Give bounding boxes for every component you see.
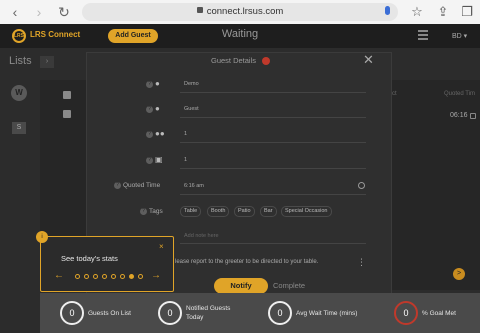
url-value: connect.lrsus.com bbox=[206, 6, 284, 17]
divider bbox=[180, 117, 366, 118]
tags-label: Tags bbox=[149, 208, 163, 215]
tag-table[interactable]: Table bbox=[180, 206, 202, 217]
close-icon[interactable]: ✕ bbox=[363, 53, 374, 67]
tour-step-dot[interactable] bbox=[93, 274, 98, 279]
tour-step-dot[interactable] bbox=[138, 274, 143, 279]
complete-button[interactable]: Complete bbox=[273, 281, 305, 290]
tour-prev-arrow-icon[interactable]: ← bbox=[54, 270, 64, 282]
guests-on-list-label: Guests On List bbox=[88, 310, 131, 317]
table-icon: ▣ bbox=[155, 155, 163, 164]
message-options-icon[interactable]: ⋮ bbox=[357, 257, 366, 268]
row-checkbox[interactable] bbox=[63, 110, 71, 118]
tag-booth[interactable]: Booth bbox=[207, 206, 230, 217]
alert-badge bbox=[262, 57, 270, 65]
help-icon[interactable]: ? bbox=[146, 106, 153, 113]
goal-met-count: 0 bbox=[394, 301, 418, 325]
help-icon[interactable]: ? bbox=[114, 182, 121, 189]
tour-step-dot[interactable] bbox=[111, 274, 116, 279]
stats-bar: 0 Guests On List 0 Notified Guests Today… bbox=[40, 293, 480, 333]
tour-next-arrow-icon[interactable]: → bbox=[151, 270, 161, 282]
divider bbox=[180, 142, 366, 143]
add-note-field[interactable]: Add note here bbox=[184, 233, 219, 239]
lock-icon bbox=[196, 7, 203, 13]
microphone-icon[interactable] bbox=[385, 6, 390, 15]
clock-icon[interactable] bbox=[358, 182, 365, 189]
person-icon: ● bbox=[155, 104, 160, 113]
divider bbox=[180, 92, 366, 93]
forward-icon[interactable]: › bbox=[30, 3, 48, 21]
back-icon[interactable]: ‹ bbox=[6, 3, 24, 21]
tour-step-dot[interactable] bbox=[102, 274, 107, 279]
help-icon[interactable]: ? bbox=[140, 208, 147, 215]
address-bar[interactable]: connect.lrsus.com bbox=[82, 3, 398, 21]
quoted-time-label: Quoted Time bbox=[123, 182, 161, 189]
party-size-icon: ●● bbox=[155, 129, 165, 138]
column-header-quoted-time: Quoted Tim bbox=[444, 91, 476, 97]
help-icon[interactable]: ? bbox=[146, 131, 153, 138]
tour-step-dot[interactable] bbox=[129, 274, 134, 279]
notify-message[interactable]: lease report to the greeter to be direct… bbox=[175, 259, 318, 265]
tour-tooltip: See today's stats × ← → bbox=[40, 236, 174, 292]
notified-guests-label: Notified Guests Today bbox=[186, 305, 231, 321]
sidebar-item-seated[interactable]: S bbox=[12, 122, 26, 134]
avg-wait-count: 0 bbox=[268, 301, 292, 325]
goal-met-label: % Goal Met bbox=[422, 310, 456, 317]
user-menu[interactable]: BD ▾ bbox=[452, 32, 467, 40]
tour-step-dot[interactable] bbox=[84, 274, 89, 279]
tag-patio[interactable]: Patio bbox=[234, 206, 255, 217]
url-text: connect.lrsus.com bbox=[82, 3, 398, 21]
last-name-field[interactable]: Guest bbox=[184, 106, 199, 112]
tour-text: See today's stats bbox=[61, 254, 118, 263]
info-icon: i bbox=[36, 231, 48, 243]
divider bbox=[180, 194, 366, 195]
list-menu-icon[interactable] bbox=[418, 30, 428, 40]
tabs-icon[interactable]: ❐ bbox=[458, 3, 476, 21]
page-title: Waiting bbox=[221, 28, 259, 40]
party-size-field[interactable]: 1 bbox=[184, 131, 187, 137]
browser-toolbar: ‹ › ↻ connect.lrsus.com ☆ ⇪ ❐ bbox=[0, 0, 480, 24]
help-icon[interactable]: ? bbox=[146, 81, 153, 88]
tag-bar[interactable]: Bar bbox=[260, 206, 277, 217]
select-all-checkbox[interactable] bbox=[63, 91, 71, 99]
expand-lists-icon[interactable]: › bbox=[40, 56, 54, 68]
app-header: LRS LRS Connect Add Guest Waiting BD ▾ bbox=[0, 24, 480, 48]
quoted-time-field[interactable]: 6:16 am bbox=[184, 183, 204, 189]
tag-special-occasion[interactable]: Special Occasion bbox=[281, 206, 332, 217]
table-count-field[interactable]: 1 bbox=[184, 157, 187, 163]
first-name-field[interactable]: Demo bbox=[184, 81, 199, 87]
divider bbox=[180, 243, 366, 244]
row-edit-icon[interactable] bbox=[470, 113, 476, 119]
star-icon[interactable]: ☆ bbox=[408, 3, 426, 21]
share-icon[interactable]: ⇪ bbox=[434, 3, 452, 21]
row-quoted-time: 06:16 bbox=[450, 112, 468, 119]
divider bbox=[180, 168, 366, 169]
tour-step-dot[interactable] bbox=[120, 274, 125, 279]
guests-on-list-count: 0 bbox=[60, 301, 84, 325]
tour-close-icon[interactable]: × bbox=[159, 242, 164, 252]
sidebar-item-waiting[interactable]: W bbox=[11, 85, 27, 101]
lists-title: Lists bbox=[9, 55, 32, 67]
tour-step-dot[interactable] bbox=[75, 274, 80, 279]
help-icon[interactable]: ? bbox=[146, 157, 153, 164]
reload-icon[interactable]: ↻ bbox=[55, 3, 73, 21]
notified-guests-count: 0 bbox=[158, 301, 182, 325]
modal-title: Guest Details bbox=[211, 56, 257, 65]
avg-wait-label: Avg Wait Time (mins) bbox=[296, 310, 358, 317]
next-arrow-icon[interactable]: > bbox=[453, 268, 465, 280]
notify-button[interactable]: Notify bbox=[214, 278, 268, 294]
person-icon: ● bbox=[155, 79, 160, 88]
